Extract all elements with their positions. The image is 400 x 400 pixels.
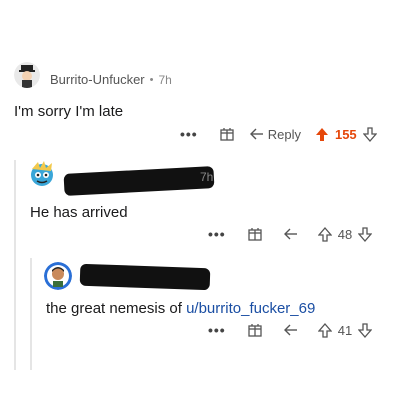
- downvote-icon[interactable]: [362, 126, 377, 142]
- comment-text: the great nemesis of u/burrito_fucker_69: [46, 300, 315, 317]
- comment-username[interactable]: Burrito-Unfucker: [50, 72, 145, 87]
- comment-timestamp: 7h: [200, 170, 214, 184]
- downvote-icon[interactable]: [358, 226, 373, 242]
- more-options-button[interactable]: •••: [180, 126, 198, 142]
- separator-dot: •: [149, 73, 154, 86]
- reply-arrow-icon: [249, 128, 264, 140]
- avatar[interactable]: [44, 262, 72, 290]
- avatar[interactable]: [14, 62, 40, 88]
- comment-timestamp: 7h: [158, 72, 172, 87]
- user-link[interactable]: u/burrito_fucker_69: [186, 300, 315, 317]
- comment-text: He has arrived: [30, 204, 128, 221]
- more-options-button[interactable]: •••: [208, 322, 226, 338]
- redacted-username: [63, 166, 215, 196]
- more-options-button[interactable]: •••: [208, 226, 226, 242]
- thread-line[interactable]: [14, 160, 16, 370]
- comment-text-prefix: the great nemesis of: [46, 300, 187, 317]
- avatar[interactable]: [28, 160, 56, 188]
- award-icon[interactable]: [220, 127, 234, 141]
- upvote-icon[interactable]: [317, 226, 332, 242]
- award-icon[interactable]: [248, 227, 262, 241]
- vote-count: 155: [334, 126, 357, 142]
- reply-button[interactable]: [283, 324, 298, 336]
- reply-button[interactable]: [283, 228, 298, 240]
- vote-count: 48: [337, 226, 353, 242]
- downvote-icon[interactable]: [358, 322, 373, 338]
- redacted-username: [79, 263, 211, 291]
- comment-text: I'm sorry I'm late: [14, 103, 124, 120]
- upvote-icon[interactable]: [315, 127, 329, 142]
- vote-count: 41: [337, 322, 353, 338]
- reply-label: Reply: [267, 126, 301, 142]
- thread-line[interactable]: [30, 258, 32, 370]
- award-icon[interactable]: [248, 323, 262, 337]
- upvote-icon[interactable]: [317, 322, 332, 338]
- reply-button[interactable]: Reply: [249, 126, 301, 142]
